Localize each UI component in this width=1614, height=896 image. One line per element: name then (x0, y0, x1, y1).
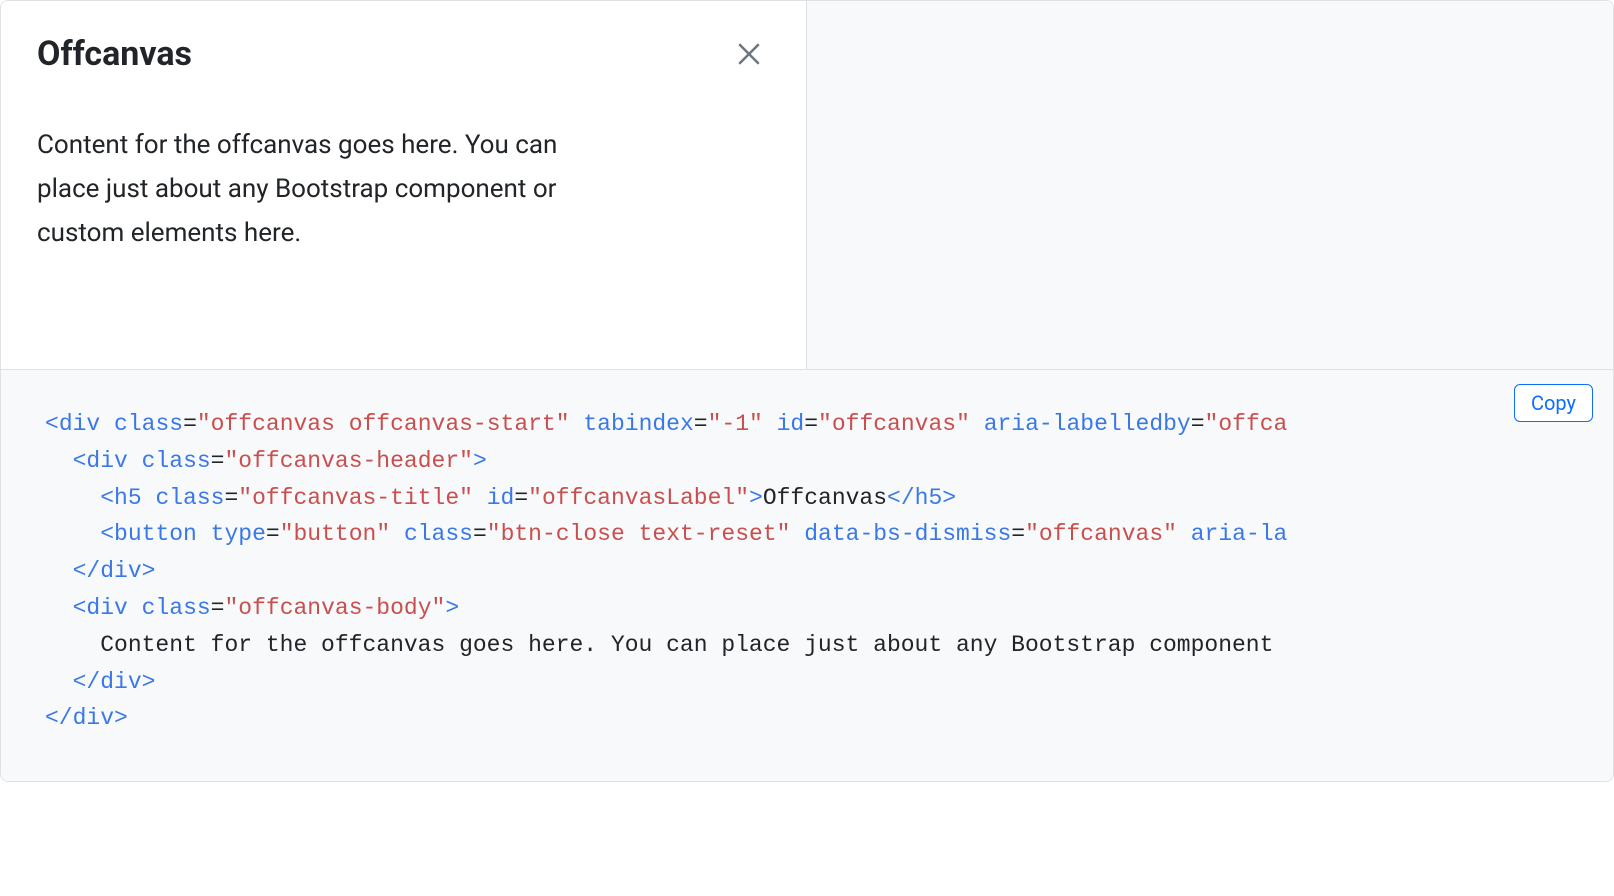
preview-backdrop (807, 1, 1613, 369)
close-icon (736, 41, 762, 67)
offcanvas-header: Offcanvas (1, 1, 806, 99)
offcanvas-body: Content for the offcanvas goes here. You… (1, 99, 641, 292)
code-snippet: <div class="offcanvas offcanvas-start" t… (45, 406, 1569, 737)
code-block: Copy <div class="offcanvas offcanvas-sta… (1, 369, 1613, 781)
copy-button[interactable]: Copy (1514, 384, 1593, 422)
offcanvas-title: Offcanvas (37, 34, 192, 75)
close-button[interactable] (728, 33, 770, 75)
example-container: Offcanvas Content for the offcanvas goes… (0, 0, 1614, 782)
example-preview: Offcanvas Content for the offcanvas goes… (1, 1, 1613, 369)
offcanvas-panel: Offcanvas Content for the offcanvas goes… (1, 1, 807, 369)
